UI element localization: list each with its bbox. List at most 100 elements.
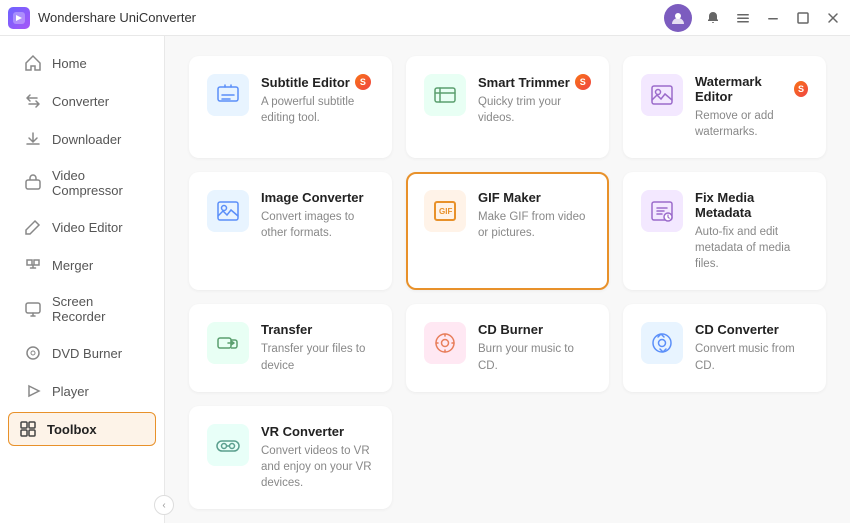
tool-icon-cd-burner: [424, 322, 466, 364]
tool-icon-fix-media-metadata: [641, 190, 683, 232]
app-title: Wondershare UniConverter: [38, 10, 196, 25]
tool-title-watermark-editor: Watermark Editor S: [695, 74, 808, 104]
tool-card-image-converter[interactable]: Image Converter Convert images to other …: [189, 172, 392, 290]
tool-text-cd-converter: CD Converter Convert music from CD.: [695, 322, 808, 373]
sidebar-item-toolbox[interactable]: Toolbox: [8, 412, 156, 446]
sidebar-item-screen-recorder[interactable]: Screen Recorder: [8, 285, 156, 333]
sidebar-label-screen-recorder: Screen Recorder: [52, 294, 140, 324]
tool-text-watermark-editor: Watermark Editor S Remove or add waterma…: [695, 74, 808, 140]
tool-title-vr-converter: VR Converter: [261, 424, 374, 439]
tool-icon-cd-converter: [641, 322, 683, 364]
tool-icon-subtitle-editor: [207, 74, 249, 116]
tool-desc-cd-burner: Burn your music to CD.: [478, 341, 591, 373]
dvd-icon: [24, 344, 42, 362]
tool-icon-image-converter: [207, 190, 249, 232]
maximize-button[interactable]: [794, 9, 812, 27]
sidebar-item-dvd-burner[interactable]: DVD Burner: [8, 335, 156, 371]
s-badge: S: [355, 74, 371, 90]
hamburger-icon[interactable]: [734, 9, 752, 27]
tool-text-subtitle-editor: Subtitle Editor S A powerful subtitle ed…: [261, 74, 374, 126]
tool-card-watermark-editor[interactable]: Watermark Editor S Remove or add waterma…: [623, 56, 826, 158]
tool-text-gif-maker: GIF Maker Make GIF from video or picture…: [478, 190, 591, 241]
toolbox-icon: [19, 420, 37, 438]
s-badge: S: [794, 81, 808, 97]
home-icon: [24, 54, 42, 72]
sidebar: Home Converter Downloader Video Compress…: [0, 36, 165, 523]
sidebar-item-video-compressor[interactable]: Video Compressor: [8, 159, 156, 207]
tool-title-transfer: Transfer: [261, 322, 374, 337]
tool-icon-gif-maker: GIF: [424, 190, 466, 232]
tool-icon-transfer: [207, 322, 249, 364]
tool-text-vr-converter: VR Converter Convert videos to VR and en…: [261, 424, 374, 491]
tool-card-smart-trimmer[interactable]: Smart Trimmer S Quicky trim your videos.: [406, 56, 609, 158]
sidebar-label-dvd-burner: DVD Burner: [52, 346, 122, 361]
tool-title-fix-media-metadata: Fix Media Metadata: [695, 190, 808, 220]
titlebar-left: Wondershare UniConverter: [8, 7, 196, 29]
sidebar-label-video-compressor: Video Compressor: [52, 168, 140, 198]
sidebar-item-video-editor[interactable]: Video Editor: [8, 209, 156, 245]
downloader-icon: [24, 130, 42, 148]
tool-card-transfer[interactable]: Transfer Transfer your files to device: [189, 304, 392, 391]
svg-text:GIF: GIF: [439, 207, 452, 216]
tool-icon-smart-trimmer: [424, 74, 466, 116]
tool-desc-subtitle-editor: A powerful subtitle editing tool.: [261, 94, 374, 126]
sidebar-label-downloader: Downloader: [52, 132, 121, 147]
tool-text-transfer: Transfer Transfer your files to device: [261, 322, 374, 373]
merger-icon: [24, 256, 42, 274]
tool-icon-watermark-editor: [641, 74, 683, 116]
tool-title-subtitle-editor: Subtitle Editor S: [261, 74, 374, 90]
tool-desc-transfer: Transfer your files to device: [261, 341, 374, 373]
tool-text-image-converter: Image Converter Convert images to other …: [261, 190, 374, 241]
tool-desc-watermark-editor: Remove or add watermarks.: [695, 108, 808, 140]
close-button[interactable]: [824, 9, 842, 27]
sidebar-label-player: Player: [52, 384, 89, 399]
tool-desc-cd-converter: Convert music from CD.: [695, 341, 808, 373]
converter-icon: [24, 92, 42, 110]
sidebar-item-converter[interactable]: Converter: [8, 83, 156, 119]
tool-text-cd-burner: CD Burner Burn your music to CD.: [478, 322, 591, 373]
tool-title-cd-converter: CD Converter: [695, 322, 808, 337]
s-badge: S: [575, 74, 591, 90]
tool-title-gif-maker: GIF Maker: [478, 190, 591, 205]
tool-text-fix-media-metadata: Fix Media Metadata Auto-fix and edit met…: [695, 190, 808, 272]
screen-icon: [24, 300, 42, 318]
tool-card-fix-media-metadata[interactable]: Fix Media Metadata Auto-fix and edit met…: [623, 172, 826, 290]
tool-icon-vr-converter: [207, 424, 249, 466]
sidebar-label-video-editor: Video Editor: [52, 220, 123, 235]
sidebar-item-player[interactable]: Player: [8, 373, 156, 409]
main-layout: Home Converter Downloader Video Compress…: [0, 36, 850, 523]
edit-icon: [24, 218, 42, 236]
sidebar-label-home: Home: [52, 56, 87, 71]
account-icon[interactable]: [664, 4, 692, 32]
tool-card-gif-maker[interactable]: GIF GIF Maker Make GIF from video or pic…: [406, 172, 609, 290]
tool-card-cd-burner[interactable]: CD Burner Burn your music to CD.: [406, 304, 609, 391]
tool-title-smart-trimmer: Smart Trimmer S: [478, 74, 591, 90]
player-icon: [24, 382, 42, 400]
sidebar-label-converter: Converter: [52, 94, 109, 109]
bell-icon[interactable]: [704, 9, 722, 27]
sidebar-item-home[interactable]: Home: [8, 45, 156, 81]
tool-grid: Subtitle Editor S A powerful subtitle ed…: [189, 56, 826, 509]
titlebar-controls: [664, 4, 842, 32]
tool-desc-smart-trimmer: Quicky trim your videos.: [478, 94, 591, 126]
titlebar: Wondershare UniConverter: [0, 0, 850, 36]
tool-desc-image-converter: Convert images to other formats.: [261, 209, 374, 241]
tool-card-subtitle-editor[interactable]: Subtitle Editor S A powerful subtitle ed…: [189, 56, 392, 158]
tool-desc-vr-converter: Convert videos to VR and enjoy on your V…: [261, 443, 374, 491]
app-logo: [8, 7, 30, 29]
sidebar-collapse-button[interactable]: ‹: [154, 495, 174, 515]
tool-title-cd-burner: CD Burner: [478, 322, 591, 337]
tool-title-image-converter: Image Converter: [261, 190, 374, 205]
tool-text-smart-trimmer: Smart Trimmer S Quicky trim your videos.: [478, 74, 591, 126]
sidebar-label-merger: Merger: [52, 258, 93, 273]
tool-desc-fix-media-metadata: Auto-fix and edit metadata of media file…: [695, 224, 808, 272]
compress-icon: [24, 174, 42, 192]
tool-desc-gif-maker: Make GIF from video or pictures.: [478, 209, 591, 241]
sidebar-label-toolbox: Toolbox: [47, 422, 97, 437]
tool-card-vr-converter[interactable]: VR Converter Convert videos to VR and en…: [189, 406, 392, 509]
content-area: Subtitle Editor S A powerful subtitle ed…: [165, 36, 850, 523]
sidebar-item-downloader[interactable]: Downloader: [8, 121, 156, 157]
sidebar-item-merger[interactable]: Merger: [8, 247, 156, 283]
tool-card-cd-converter[interactable]: CD Converter Convert music from CD.: [623, 304, 826, 391]
minimize-button[interactable]: [764, 9, 782, 27]
